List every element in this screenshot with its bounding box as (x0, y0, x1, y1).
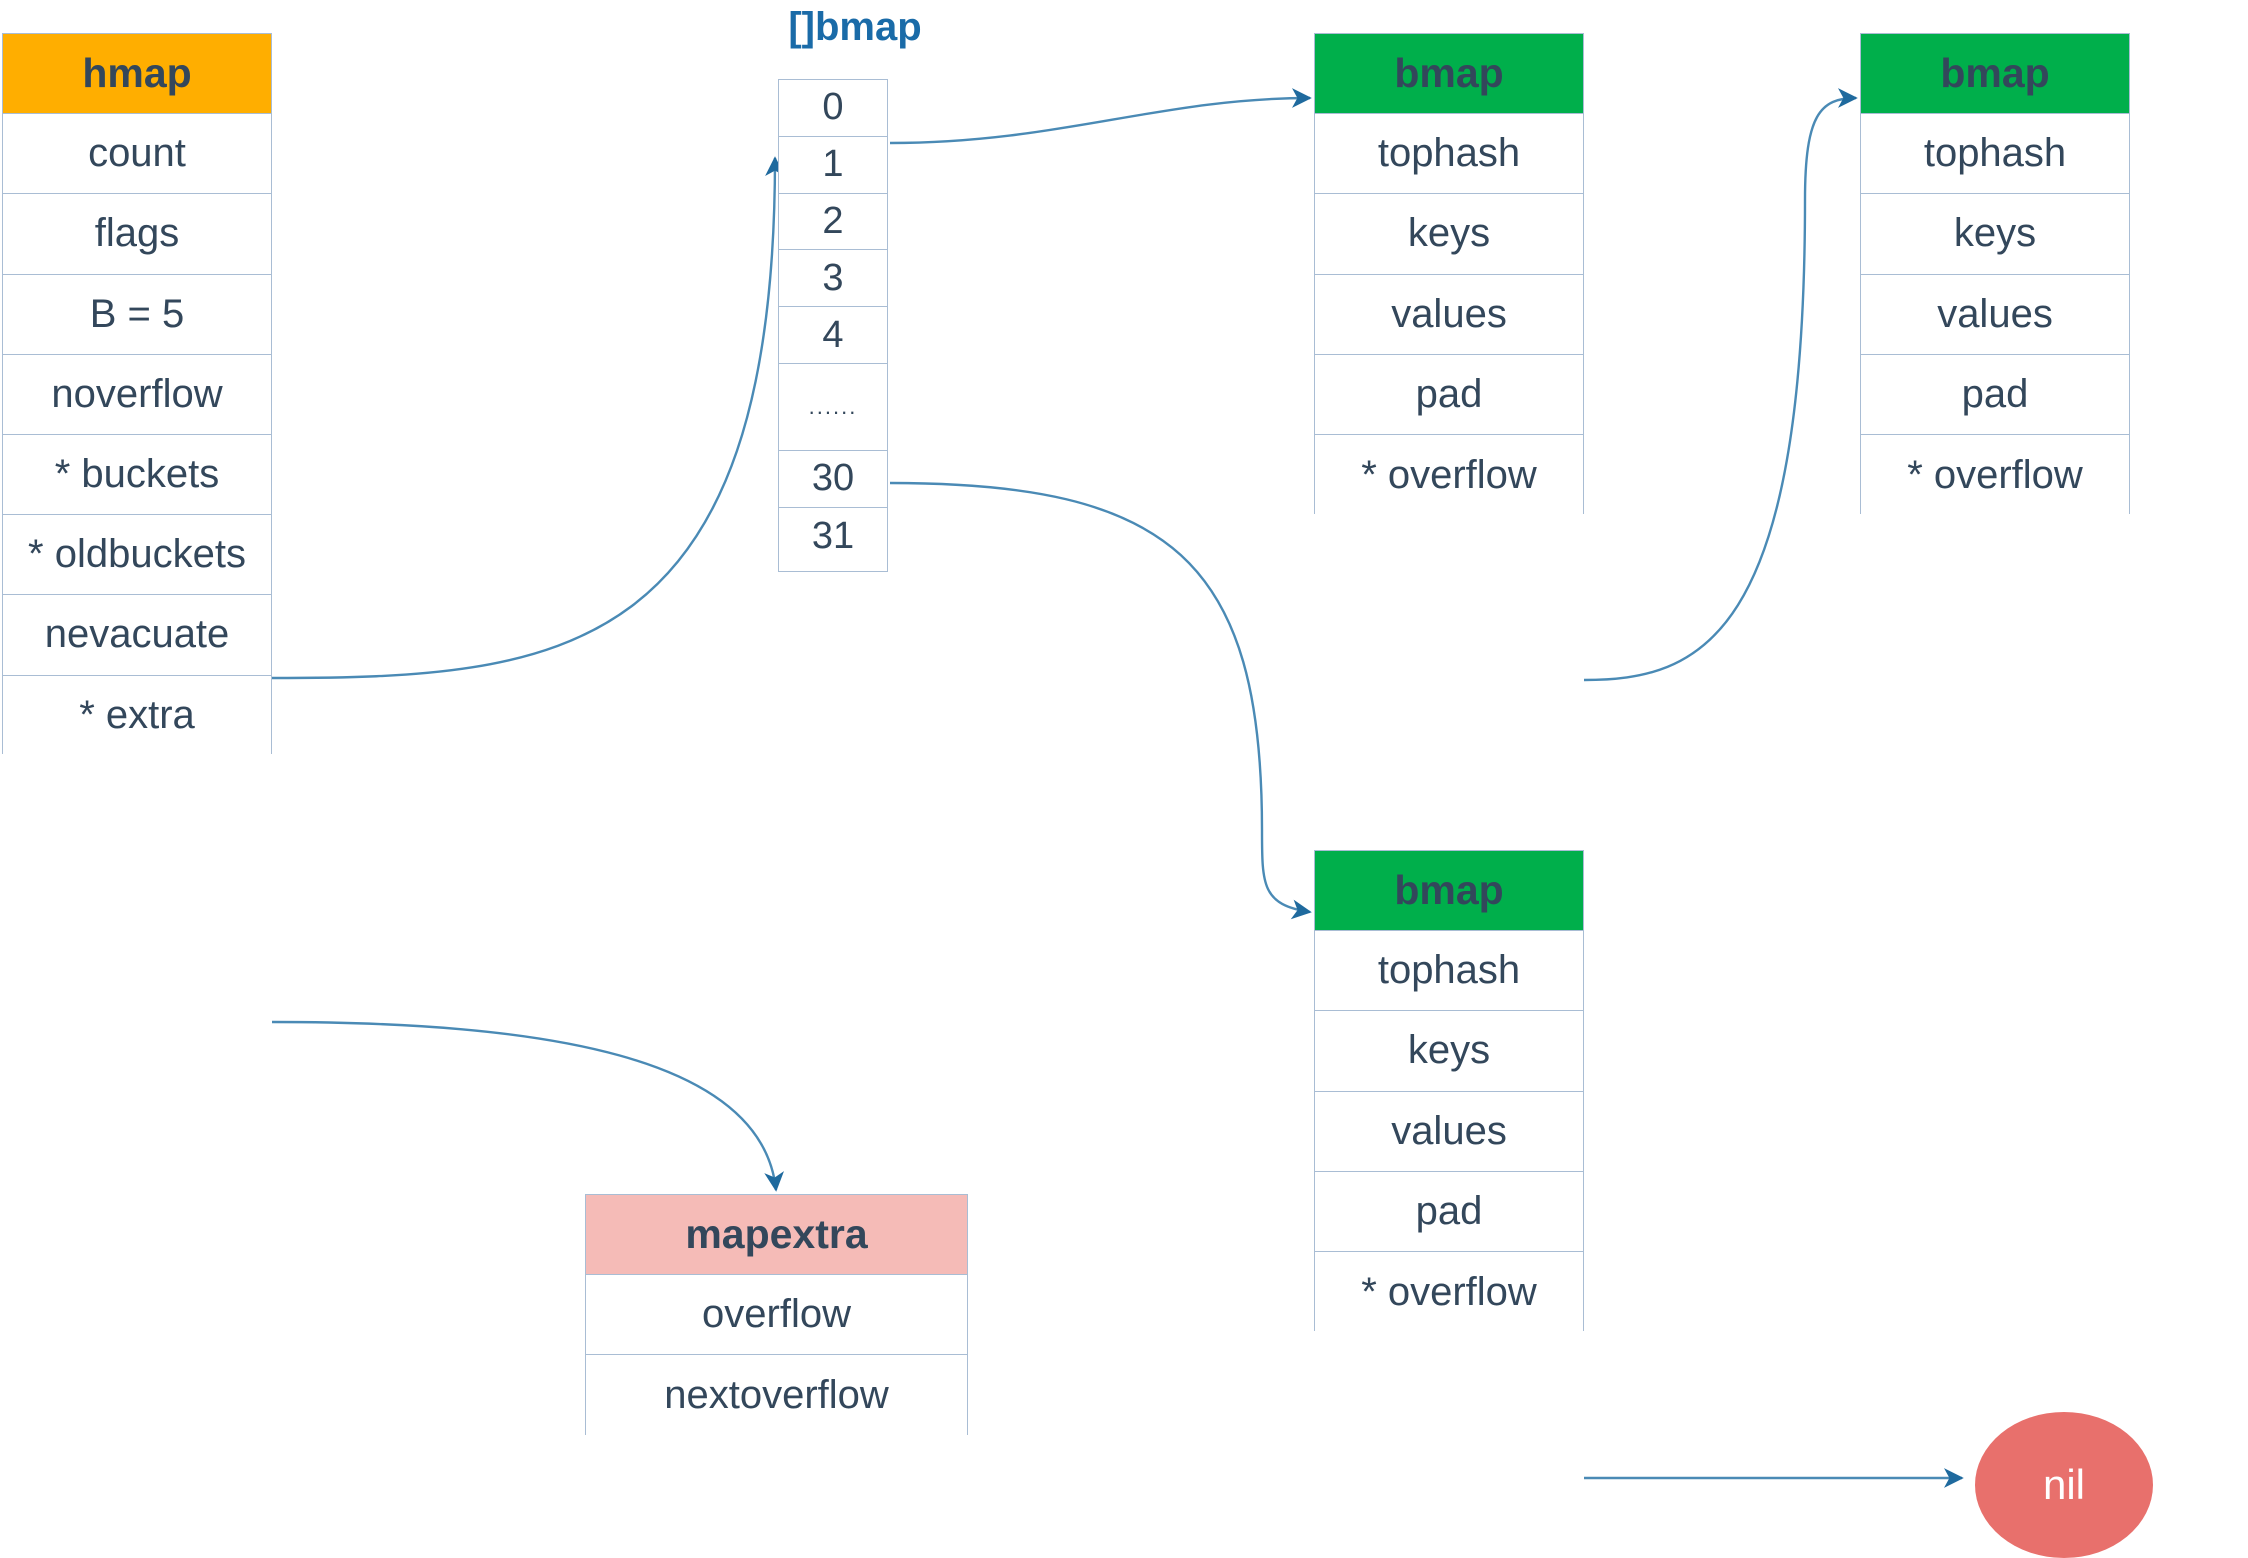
hmap-row-oldbuckets: * oldbuckets (3, 515, 271, 596)
bmap3-header: bmap (1315, 851, 1583, 932)
bmap-array-title: []bmap (788, 5, 922, 49)
bmap1-header: bmap (1315, 34, 1583, 115)
bmap2-row-overflow: * overflow (1861, 434, 2129, 516)
hmap-struct: hmap count flags B = 5 noverflow * bucke… (2, 33, 272, 756)
bmap1-row-tophash: tophash (1315, 114, 1583, 195)
diagram-canvas: hmap count flags B = 5 noverflow * bucke… (0, 0, 2248, 1558)
hmap-row-flags: flags (3, 194, 271, 275)
bmap-array-cell-30: 30 (779, 450, 887, 508)
bmap1-row-keys: keys (1315, 194, 1583, 275)
bmap2-header: bmap (1861, 34, 2129, 115)
wire-array4-to-bmap3 (889, 481, 1312, 920)
bmap3-row-pad: pad (1315, 1171, 1583, 1252)
bmap1-row-overflow: * overflow (1315, 434, 1583, 516)
nil-node: nil (1975, 1412, 2153, 1558)
hmap-row-noverflow: noverflow (3, 354, 271, 435)
bmap-array-cell-1: 1 (779, 136, 887, 194)
hmap-row-nevacuate: nevacuate (3, 595, 271, 676)
bmap2-row-keys: keys (1861, 194, 2129, 275)
wire-bmap1-to-bmap2 (1583, 88, 1858, 682)
bmap2-row-tophash: tophash (1861, 114, 2129, 195)
wire-extra-to-mapextra (271, 1020, 784, 1192)
bmap-array-cell-31: 31 (779, 507, 887, 565)
wire-array0-to-bmap1 (889, 88, 1312, 145)
wire-buckets-to-array (271, 156, 785, 680)
bmap3-row-tophash: tophash (1315, 931, 1583, 1012)
bmap-array: 0 1 2 3 4 ...... 30 31 (778, 79, 888, 572)
mapextra-row-overflow: overflow (586, 1275, 967, 1356)
bmap-array-cell-3: 3 (779, 250, 887, 308)
bmap-struct-3: bmap tophash keys values pad * overflow (1314, 850, 1584, 1333)
bmap1-row-pad: pad (1315, 354, 1583, 435)
hmap-header: hmap (3, 34, 271, 115)
bmap3-row-values: values (1315, 1091, 1583, 1172)
bmap1-row-values: values (1315, 274, 1583, 355)
bmap-array-cell-4: 4 (779, 307, 887, 364)
bmap3-row-keys: keys (1315, 1011, 1583, 1092)
bmap-struct-1: bmap tophash keys values pad * overflow (1314, 33, 1584, 516)
mapextra-struct: mapextra overflow nextoverflow (585, 1194, 968, 1436)
bmap3-row-overflow: * overflow (1315, 1251, 1583, 1333)
bmap2-row-values: values (1861, 274, 2129, 355)
hmap-row-extra: * extra (3, 675, 271, 756)
hmap-row-buckets: * buckets (3, 434, 271, 516)
hmap-row-b: B = 5 (3, 274, 271, 355)
mapextra-header: mapextra (586, 1195, 967, 1276)
hmap-row-count: count (3, 114, 271, 195)
mapextra-row-nextoverflow: nextoverflow (586, 1355, 967, 1436)
bmap-array-cell-0: 0 (779, 80, 887, 137)
bmap2-row-pad: pad (1861, 354, 2129, 435)
bmap-array-cell-ellipsis: ...... (779, 363, 887, 451)
bmap-struct-2: bmap tophash keys values pad * overflow (1860, 33, 2130, 516)
bmap-array-cell-2: 2 (779, 193, 887, 251)
